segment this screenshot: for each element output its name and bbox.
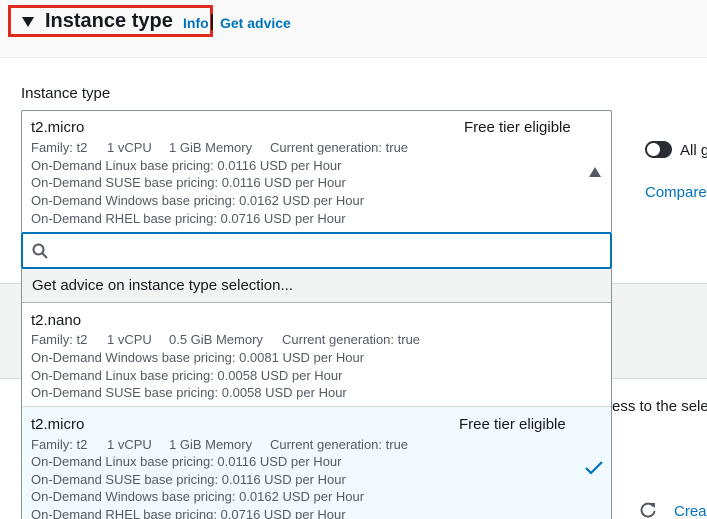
search-input[interactable] [53, 239, 603, 263]
selected-name: t2.micro [31, 119, 85, 136]
search-field[interactable] [21, 232, 612, 269]
option-vcpu: 1 vCPU [107, 332, 152, 347]
option-name: t2.micro [31, 416, 85, 433]
option-generation: Current generation: true [282, 332, 421, 347]
toggle-knob [647, 143, 660, 156]
section-title: Instance type [45, 10, 173, 32]
access-text: ess to the sele [612, 398, 707, 415]
search-icon [32, 243, 48, 259]
get-advice-link[interactable]: Get advice [220, 15, 291, 31]
option-generation: Current generation: true [270, 437, 409, 452]
option-specs: Family: t2 1 vCPU 1 GiB Memory Current gene… [31, 436, 408, 454]
selected-generation: Current generation: true [270, 140, 409, 155]
selected-pricing-3: On-Demand RHEL base pricing: 0.0716 USD … [31, 211, 346, 226]
instance-type-dropdown: Get advice on instance type selection...… [21, 269, 612, 519]
compare-link[interactable]: Compare [645, 184, 707, 201]
triangle-up-icon[interactable] [589, 167, 601, 177]
option-name: t2.nano [31, 312, 82, 329]
selected-specs: Family: t2 1 vCPU 1 GiB Memory Current gene… [31, 139, 408, 157]
selected-pricing-0: On-Demand Linux base pricing: 0.0116 USD… [31, 158, 342, 173]
advice-option-label: Get advice on instance type selection... [32, 277, 293, 294]
selected-pricing-1: On-Demand SUSE base pricing: 0.0116 USD … [31, 175, 346, 190]
option-family: Family: t2 [31, 332, 88, 347]
option-family: Family: t2 [31, 437, 88, 452]
section-header-highlight[interactable]: Instance type Info [8, 5, 213, 37]
option-pricing: On-Demand SUSE base pricing: 0.0058 USD … [31, 385, 347, 400]
list-item[interactable]: t2.nano Family: t2 1 vCPU 0.5 GiB Memory Cu… [22, 304, 611, 406]
toggle-label: All g [680, 142, 707, 159]
check-icon [585, 461, 603, 475]
option-memory: 0.5 GiB Memory [169, 332, 263, 347]
selected-tag: Free tier eligible [464, 119, 571, 136]
instance-type-label: Instance type [21, 85, 111, 102]
option-specs: Family: t2 1 vCPU 0.5 GiB Memory Current ge… [31, 331, 420, 349]
option-pricing: On-Demand Linux base pricing: 0.0116 USD… [31, 454, 342, 469]
instance-type-select[interactable]: t2.micro Free tier eligible Family: t2 1 … [21, 110, 612, 232]
selected-family: Family: t2 [31, 140, 88, 155]
link-divider [211, 14, 213, 30]
option-pricing: On-Demand RHEL base pricing: 0.0716 USD … [31, 507, 346, 519]
option-vcpu: 1 vCPU [107, 437, 152, 452]
selected-pricing-2: On-Demand Windows base pricing: 0.0162 U… [31, 193, 365, 208]
option-pricing: On-Demand Windows base pricing: 0.0081 U… [31, 350, 365, 365]
all-generations-toggle[interactable] [645, 141, 672, 158]
create-link[interactable]: Creat [674, 503, 707, 519]
advice-option[interactable]: Get advice on instance type selection... [22, 269, 611, 303]
option-tag: Free tier eligible [459, 416, 566, 433]
info-link[interactable]: Info [183, 15, 209, 31]
refresh-icon[interactable] [639, 501, 657, 519]
selected-memory: 1 GiB Memory [169, 140, 253, 155]
option-pricing: On-Demand Windows base pricing: 0.0162 U… [31, 489, 365, 504]
caret-down-icon[interactable] [22, 17, 34, 27]
list-item-selected[interactable]: t2.micro Free tier eligible Family: t2 1 … [22, 406, 611, 519]
selected-vcpu: 1 vCPU [107, 140, 152, 155]
option-pricing: On-Demand Linux base pricing: 0.0058 USD… [31, 368, 343, 383]
option-pricing: On-Demand SUSE base pricing: 0.0116 USD … [31, 472, 346, 487]
option-memory: 1 GiB Memory [169, 437, 253, 452]
